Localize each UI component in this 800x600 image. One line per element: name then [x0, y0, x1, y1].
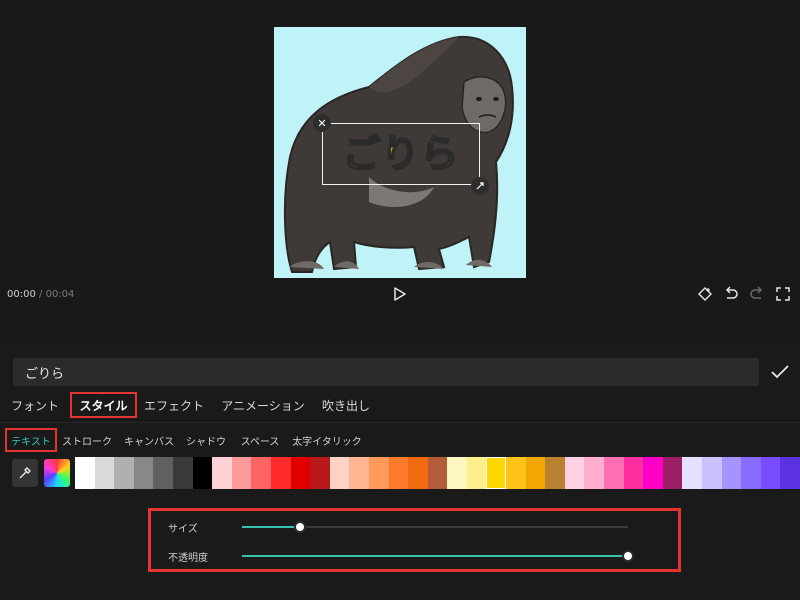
- color-palette: [0, 457, 800, 490]
- color-swatch[interactable]: [153, 457, 174, 489]
- color-swatch[interactable]: [192, 457, 213, 489]
- color-swatch[interactable]: [721, 457, 742, 489]
- time-separator: /: [39, 289, 43, 300]
- color-swatch[interactable]: [643, 457, 664, 489]
- close-icon[interactable]: ✕: [313, 114, 331, 132]
- main-tabs: フォント スタイル エフェクト アニメーション 吹き出し: [0, 392, 800, 420]
- current-time: 00:00: [7, 289, 36, 300]
- color-swatch[interactable]: [584, 457, 605, 489]
- custom-color-swatch[interactable]: [44, 459, 70, 487]
- color-swatch[interactable]: [525, 457, 546, 489]
- color-swatch[interactable]: [75, 457, 95, 489]
- color-swatch[interactable]: [604, 457, 625, 489]
- color-swatch[interactable]: [662, 457, 683, 489]
- color-swatch[interactable]: [780, 457, 800, 489]
- size-slider[interactable]: [242, 521, 628, 533]
- redo-icon[interactable]: [748, 285, 766, 303]
- slider-panel: サイズ 不透明度: [148, 508, 681, 572]
- color-swatch[interactable]: [251, 457, 272, 489]
- color-swatch[interactable]: [741, 457, 762, 489]
- text-bounding-box[interactable]: ごりら: [322, 123, 480, 185]
- tab-effect[interactable]: エフェクト: [142, 392, 206, 418]
- color-swatch[interactable]: [212, 457, 233, 489]
- color-swatch[interactable]: [172, 457, 193, 489]
- color-swatch[interactable]: [329, 457, 350, 489]
- color-swatch[interactable]: [702, 457, 723, 489]
- color-swatch[interactable]: [408, 457, 429, 489]
- color-swatch[interactable]: [310, 457, 331, 489]
- undo-icon[interactable]: [722, 285, 740, 303]
- color-swatch[interactable]: [623, 457, 644, 489]
- subtab-canvas[interactable]: キャンバス: [122, 428, 176, 452]
- color-swatch[interactable]: [270, 457, 291, 489]
- text-input-value: ごりら: [25, 366, 65, 382]
- opacity-slider[interactable]: [242, 550, 634, 562]
- size-slider-knob[interactable]: [294, 521, 306, 533]
- color-swatch[interactable]: [486, 457, 507, 489]
- color-swatch[interactable]: [388, 457, 409, 489]
- color-swatch[interactable]: [427, 457, 448, 489]
- keyframe-icon[interactable]: [696, 285, 714, 303]
- opacity-slider-row: 不透明度: [151, 547, 678, 565]
- tab-divider: [0, 422, 800, 423]
- opacity-label: 不透明度: [168, 553, 208, 564]
- color-swatch[interactable]: [545, 457, 566, 489]
- tab-speech-bubble[interactable]: 吹き出し: [318, 392, 374, 418]
- opacity-slider-knob[interactable]: [622, 550, 634, 562]
- subtab-stroke[interactable]: ストローク: [60, 428, 114, 452]
- overlay-text[interactable]: ごりら: [341, 134, 459, 174]
- preview-toolbar: [696, 285, 792, 303]
- size-slider-fill: [242, 526, 300, 528]
- color-swatch[interactable]: [133, 457, 154, 489]
- eyedropper-icon[interactable]: [12, 459, 38, 487]
- timecode: 00:00 / 00:04: [7, 289, 74, 300]
- total-time: 00:04: [45, 289, 75, 300]
- color-swatch[interactable]: [349, 457, 370, 489]
- size-slider-row: サイズ: [151, 518, 678, 536]
- color-swatch[interactable]: [290, 457, 311, 489]
- video-preview: ごりら ✕ 00:00 / 00:04: [0, 0, 800, 340]
- opacity-slider-fill: [242, 555, 628, 557]
- color-swatch[interactable]: [94, 457, 115, 489]
- play-icon[interactable]: [392, 285, 408, 303]
- color-swatch[interactable]: [682, 457, 703, 489]
- fullscreen-icon[interactable]: [774, 285, 792, 303]
- tab-style[interactable]: スタイル: [70, 392, 137, 418]
- text-input[interactable]: ごりら: [13, 358, 759, 386]
- subtab-bold-italic[interactable]: 太字イタリック: [290, 428, 364, 452]
- color-swatch[interactable]: [114, 457, 135, 489]
- subtab-space[interactable]: スペース: [236, 428, 284, 452]
- color-swatch[interactable]: [231, 457, 252, 489]
- color-swatch[interactable]: [368, 457, 389, 489]
- resize-icon[interactable]: [471, 177, 489, 195]
- subtab-shadow[interactable]: シャドウ: [184, 428, 228, 452]
- color-swatch[interactable]: [447, 457, 468, 489]
- color-swatch[interactable]: [466, 457, 487, 489]
- color-swatch[interactable]: [564, 457, 585, 489]
- checkmark-icon[interactable]: [770, 362, 790, 382]
- tab-animation[interactable]: アニメーション: [218, 392, 308, 418]
- subtab-text[interactable]: テキスト: [5, 428, 57, 452]
- color-swatch[interactable]: [760, 457, 781, 489]
- color-swatch[interactable]: [506, 457, 527, 489]
- tab-font[interactable]: フォント: [10, 392, 60, 418]
- size-label: サイズ: [168, 524, 198, 535]
